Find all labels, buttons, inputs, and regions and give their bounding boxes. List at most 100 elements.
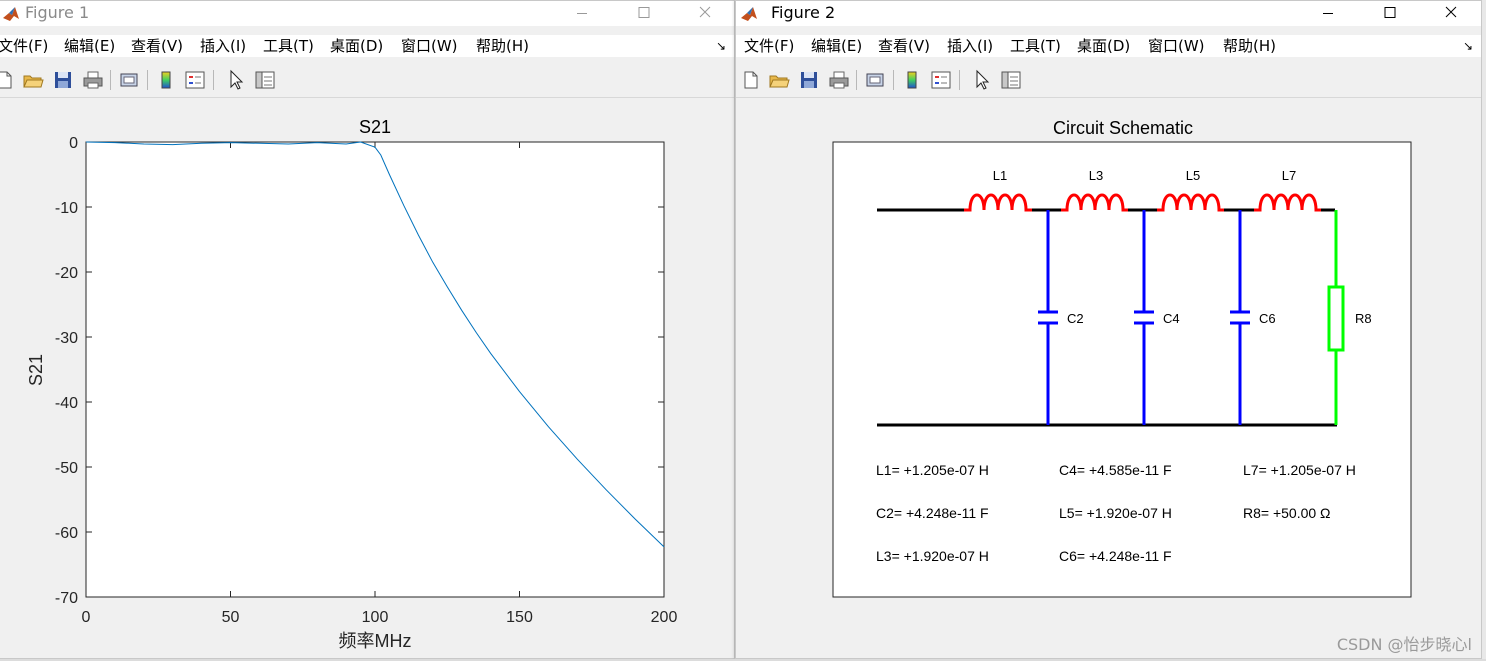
r8-label: R8 — [1355, 311, 1372, 326]
y-axis-label: S21 — [26, 354, 46, 386]
y-tick-label: -70 — [55, 590, 78, 607]
x-tick-label: 0 — [82, 609, 91, 626]
menu-edit[interactable]: 编辑(E) — [811, 35, 862, 57]
schematic-title: Circuit Schematic — [1053, 118, 1193, 138]
maximize-icon[interactable] — [621, 1, 667, 26]
menu-desktop[interactable]: 桌面(D) — [1077, 35, 1130, 57]
figure2-titlebar: Figure 2 — [736, 1, 1481, 26]
chart-title: S21 — [359, 117, 391, 137]
x-tick-label: 200 — [651, 609, 678, 626]
value-l7: L7= +1.205e-07 H — [1243, 462, 1356, 478]
menu-help[interactable]: 帮助(H) — [1223, 35, 1276, 57]
property-editor-icon[interactable] — [1000, 69, 1022, 91]
x-tick-label: 50 — [222, 609, 240, 626]
new-figure-icon[interactable] — [0, 69, 16, 91]
toolbar-separator — [893, 70, 894, 90]
toolbar-separator — [147, 70, 148, 90]
menu-insert[interactable]: 插入(I) — [200, 35, 246, 57]
expand-menu-icon[interactable]: ↘ — [1463, 35, 1473, 57]
menu-view[interactable]: 查看(V) — [131, 35, 183, 57]
close-icon[interactable] — [1428, 1, 1474, 26]
print-icon[interactable] — [82, 69, 104, 91]
legend-icon[interactable] — [184, 69, 206, 91]
window-title: Figure 2 — [771, 3, 836, 22]
menu-help[interactable]: 帮助(H) — [476, 35, 529, 57]
figure2-window: Figure 2 文件(F) 编辑(E) 查看(V) 插入(I) 工具(T) 桌… — [735, 0, 1482, 659]
legend-icon[interactable] — [930, 69, 952, 91]
window-title: Figure 1 — [25, 3, 90, 22]
x-axis-label: 频率MHz — [339, 631, 412, 651]
colorbar-icon[interactable] — [155, 69, 177, 91]
link-plot-icon[interactable] — [118, 69, 140, 91]
l1-label: L1 — [993, 168, 1007, 183]
expand-menu-icon[interactable]: ↘ — [716, 35, 726, 57]
x-tick-label: 150 — [506, 609, 533, 626]
value-c6: C6= +4.248e-11 F — [1059, 548, 1172, 564]
value-c2: C2= +4.248e-11 F — [876, 505, 989, 521]
toolbar-separator — [856, 70, 857, 90]
x-tick-label: 100 — [362, 609, 389, 626]
y-tick-label: -10 — [55, 200, 78, 217]
property-editor-icon[interactable] — [254, 69, 276, 91]
toolbar-separator — [213, 70, 214, 90]
y-tick-label: -40 — [55, 395, 78, 412]
l5-label: L5 — [1186, 168, 1200, 183]
figure1-window: Figure 1 文件(F) 编辑(E) 查看(V) 插入(I) 工具(T) 桌… — [0, 0, 735, 659]
watermark: CSDN @怡步晓心l — [1336, 635, 1472, 654]
figure1-titlebar: Figure 1 — [0, 1, 734, 26]
menu-tools[interactable]: 工具(T) — [1010, 35, 1061, 57]
y-tick-label: -20 — [55, 265, 78, 282]
c6-label: C6 — [1259, 311, 1276, 326]
link-plot-icon[interactable] — [864, 69, 886, 91]
axes-box — [85, 141, 665, 598]
toolbar-separator — [110, 70, 111, 90]
figure1-toolbar — [0, 63, 734, 98]
close-icon[interactable] — [682, 1, 728, 26]
menu-file[interactable]: 文件(F) — [0, 35, 48, 57]
menu-window[interactable]: 窗口(W) — [401, 35, 458, 57]
open-file-icon[interactable] — [768, 69, 790, 91]
save-icon[interactable] — [52, 69, 74, 91]
maximize-icon[interactable] — [1367, 1, 1413, 26]
open-file-icon[interactable] — [22, 69, 44, 91]
menu-view[interactable]: 查看(V) — [878, 35, 930, 57]
value-l5: L5= +1.920e-07 H — [1059, 505, 1172, 521]
y-tick-label: -60 — [55, 525, 78, 542]
l3-label: L3 — [1089, 168, 1103, 183]
new-figure-icon[interactable] — [740, 69, 762, 91]
colorbar-icon[interactable] — [901, 69, 923, 91]
value-l3: L3= +1.920e-07 H — [876, 548, 989, 564]
matlab-icon — [3, 7, 19, 21]
figure2-toolbar — [736, 63, 1481, 98]
pointer-icon[interactable] — [225, 69, 247, 91]
print-icon[interactable] — [828, 69, 850, 91]
value-c4: C4= +4.585e-11 F — [1059, 462, 1172, 478]
s21-chart[interactable]: S21 频率MHz S21 0 50 100 150 200 0 -10 -20 -30 -40 -… — [0, 98, 735, 659]
toolbar-separator — [959, 70, 960, 90]
figure2-plot-area: Circuit Schematic L1 L3 L5 L7 C2 C4 C6 R… — [736, 98, 1481, 658]
c2-label: C2 — [1067, 311, 1084, 326]
menu-window[interactable]: 窗口(W) — [1148, 35, 1205, 57]
l7-label: L7 — [1282, 168, 1296, 183]
save-icon[interactable] — [798, 69, 820, 91]
menu-desktop[interactable]: 桌面(D) — [330, 35, 383, 57]
value-r8: R8= +50.00 Ω — [1243, 505, 1331, 521]
figure2-menubar: 文件(F) 编辑(E) 查看(V) 插入(I) 工具(T) 桌面(D) 窗口(W… — [736, 35, 1481, 57]
c4-label: C4 — [1163, 311, 1180, 326]
background-window-edge — [1482, 0, 1486, 661]
minimize-icon[interactable] — [1305, 1, 1351, 26]
menu-insert[interactable]: 插入(I) — [947, 35, 993, 57]
matlab-icon — [741, 7, 757, 21]
menu-edit[interactable]: 编辑(E) — [64, 35, 115, 57]
y-tick-label: 0 — [69, 135, 78, 152]
figure1-plot-area: S21 频率MHz S21 0 50 100 150 200 0 -10 -20 -30 -40 -… — [0, 98, 734, 658]
y-tick-label: -30 — [55, 330, 78, 347]
value-l1: L1= +1.205e-07 H — [876, 462, 989, 478]
circuit-schematic[interactable]: Circuit Schematic L1 L3 L5 L7 C2 C4 C6 R… — [736, 98, 1482, 659]
menu-file[interactable]: 文件(F) — [744, 35, 794, 57]
menu-tools[interactable]: 工具(T) — [263, 35, 314, 57]
y-tick-label: -50 — [55, 460, 78, 477]
figure1-menubar: 文件(F) 编辑(E) 查看(V) 插入(I) 工具(T) 桌面(D) 窗口(W… — [0, 35, 734, 57]
minimize-icon[interactable] — [559, 1, 605, 26]
pointer-icon[interactable] — [971, 69, 993, 91]
